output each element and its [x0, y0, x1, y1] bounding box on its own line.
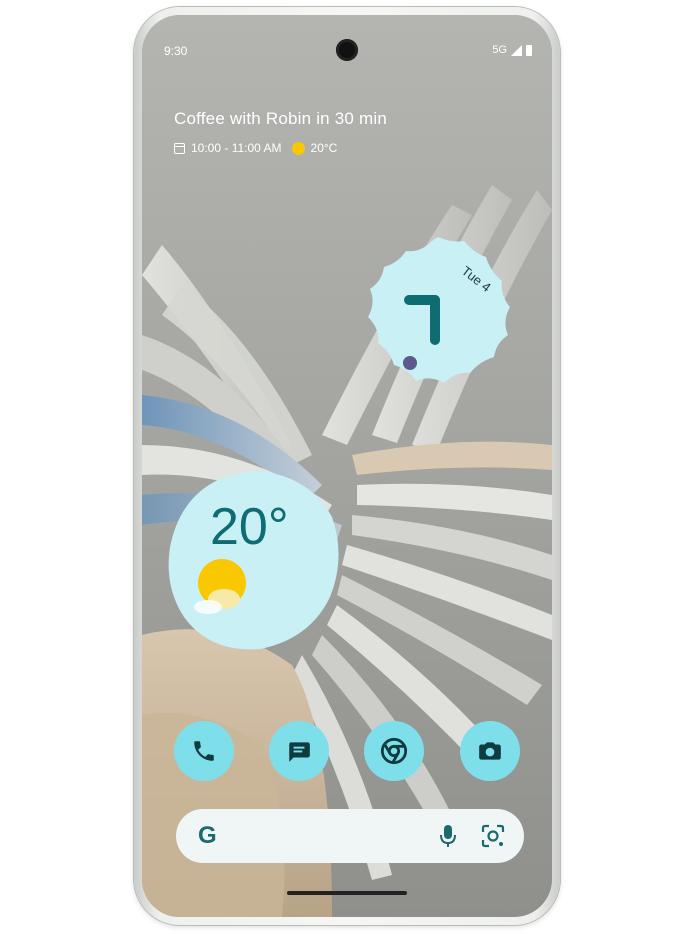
network-label: 5G	[492, 44, 507, 56]
sun-icon	[291, 141, 305, 155]
event-details: 10:00 - 11:00 AM 20°C	[174, 141, 534, 155]
chrome-app-button[interactable]	[364, 721, 424, 781]
messages-icon	[289, 742, 310, 762]
phone-app-button[interactable]	[174, 721, 234, 781]
clock-face	[368, 237, 510, 383]
event-time: 10:00 - 11:00 AM	[191, 141, 282, 155]
status-icons: 5G	[492, 44, 532, 56]
lens-icon[interactable]	[480, 823, 506, 849]
clock-widget[interactable]: Tue 4	[360, 233, 516, 389]
camera-icon	[479, 742, 501, 760]
sun-icon	[194, 559, 246, 614]
gesture-nav-bar[interactable]	[287, 891, 407, 895]
chrome-icon	[380, 737, 408, 765]
phone-frame: 9:30 5G Coffee with Robin in 30 min 10:0…	[134, 7, 560, 925]
app-dock	[172, 721, 524, 787]
signal-icon	[511, 44, 522, 56]
glance-temperature: 20°C	[310, 141, 338, 155]
google-search-bar[interactable]: G	[176, 809, 524, 863]
at-a-glance-widget[interactable]: Coffee with Robin in 30 min 10:00 - 11:0…	[174, 109, 534, 155]
status-time: 9:30	[164, 44, 188, 58]
messages-app-button[interactable]	[269, 721, 329, 781]
camera-app-button[interactable]	[460, 721, 520, 781]
phone-icon	[194, 741, 214, 761]
event-title: Coffee with Robin in 30 min	[174, 109, 387, 128]
home-screen: 9:30 5G Coffee with Robin in 30 min 10:0…	[142, 15, 552, 917]
weather-temperature: 20°	[210, 498, 289, 556]
battery-icon	[526, 44, 532, 56]
calendar-icon	[174, 142, 185, 154]
weather-widget[interactable]: 20°	[160, 467, 346, 653]
google-logo: G	[198, 822, 217, 849]
mic-icon[interactable]	[438, 823, 458, 849]
front-camera	[336, 39, 358, 61]
status-bar: 9:30 5G	[142, 15, 552, 61]
